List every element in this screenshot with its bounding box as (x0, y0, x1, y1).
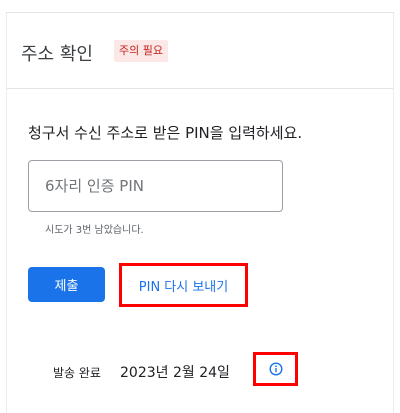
card-header: 주소 확인 주의 필요 (7, 13, 393, 89)
address-verification-card: 주소 확인 주의 필요 청구서 수신 주소로 받은 PIN을 입력하세요. 시도… (6, 12, 394, 413)
resend-pin-label: PIN 다시 보내기 (138, 279, 229, 295)
info-button[interactable] (253, 352, 298, 386)
submit-button[interactable]: 제출 (28, 267, 105, 302)
sent-date: 2023년 2월 24일 (120, 365, 230, 381)
instruction-text: 청구서 수신 주소로 받은 PIN을 입력하세요. (28, 124, 303, 142)
page-title: 주소 확인 (21, 44, 93, 65)
resend-pin-link[interactable]: PIN 다시 보내기 (119, 263, 248, 307)
sent-status-label: 발송 완료 (53, 366, 101, 380)
attempts-remaining-text: 시도가 3번 남았습니다. (45, 225, 144, 236)
info-icon (268, 362, 283, 376)
pin-input[interactable] (28, 160, 283, 212)
status-badge: 주의 필요 (114, 40, 168, 62)
